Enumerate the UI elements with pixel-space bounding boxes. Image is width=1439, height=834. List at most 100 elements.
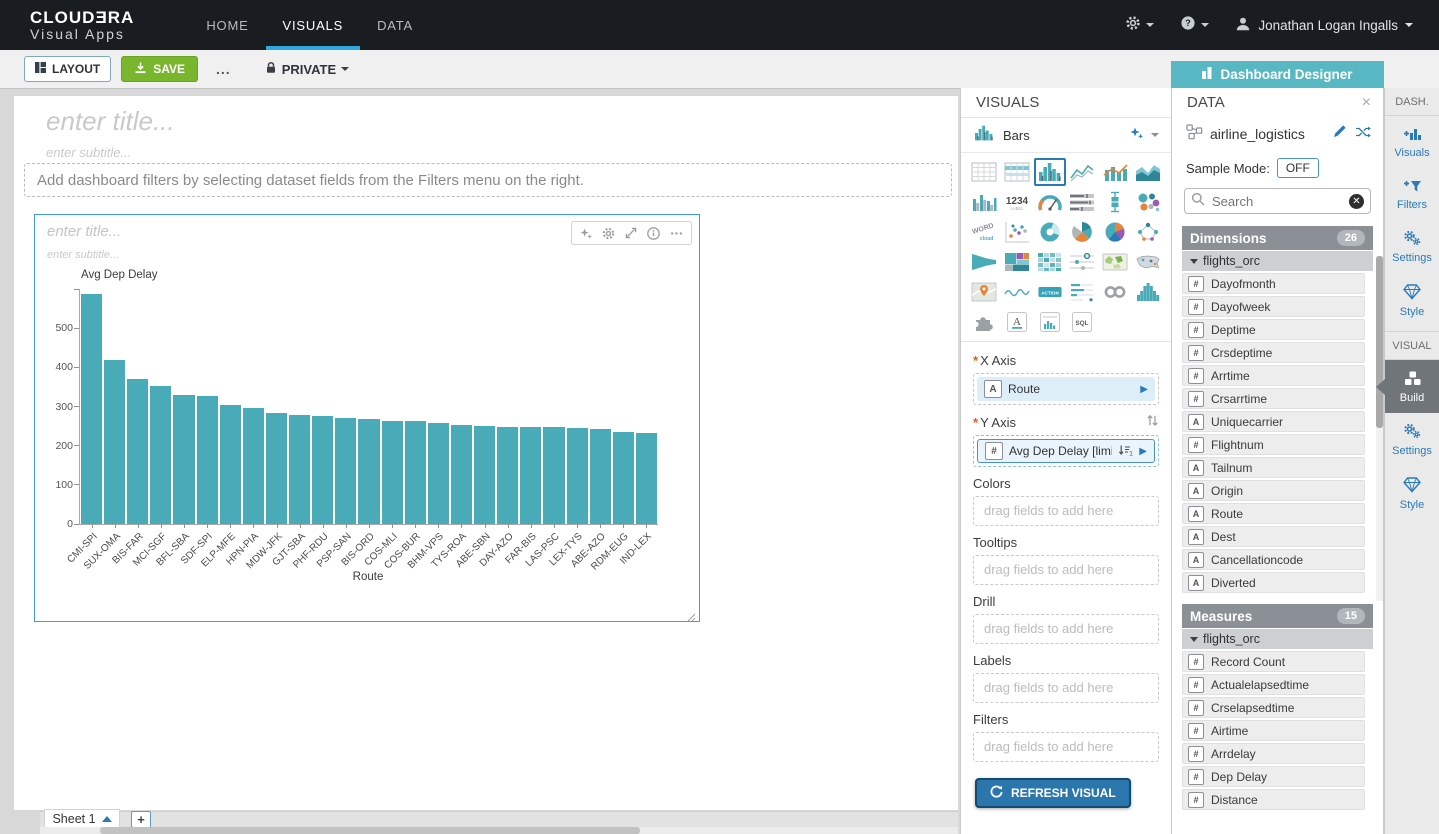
help-menu-button[interactable]: ? [1180,15,1210,36]
field-dayofweek[interactable]: # Dayofweek [1182,296,1365,317]
visual-type-bars-icon[interactable] [1033,158,1066,186]
drill-shelf-dropzone[interactable]: drag fields to add here [973,614,1159,644]
visual-type-word-cloud-icon[interactable]: WORD cloud [968,218,1000,246]
privacy-dropdown[interactable]: PRIVATE [257,57,357,81]
sample-mode-toggle[interactable]: OFF [1276,158,1319,178]
save-button[interactable]: SAVE [121,56,199,82]
visual-type-box-plot-icon[interactable] [1099,188,1131,216]
nav-tab-visuals[interactable]: VISUALS [265,0,361,50]
clear-search-icon[interactable]: ✕ [1349,193,1364,209]
refresh-visual-button[interactable]: REFRESH VISUAL [975,778,1131,808]
field-dayofmonth[interactable]: # Dayofmonth [1182,273,1365,294]
settings-menu-button[interactable] [1125,15,1155,36]
bar-FAR-BIS[interactable] [520,427,542,524]
visual-type-donut-icon[interactable] [1034,218,1066,246]
field-crsdeptime[interactable]: # Crsdeptime [1182,342,1365,363]
field-record-count[interactable]: # Record Count [1182,651,1365,672]
bar-COS-MLI[interactable] [381,421,403,524]
dimensions-group-flights-orc[interactable]: flights_orc [1182,251,1373,271]
y-axis-shelf[interactable]: # Avg Dep Delay [limit ... 1 ▶ [973,435,1159,467]
visual-subtitle-input[interactable]: enter subtitle... [47,249,119,261]
visual-type-radial-icon[interactable] [1067,218,1099,246]
info-icon[interactable] [647,226,660,240]
bar-BFL-SBA[interactable] [173,394,195,524]
dashboard-designer-button[interactable]: Dashboard Designer [1171,61,1384,88]
sort-icon[interactable] [1146,414,1159,430]
visual-type-kpi-icon[interactable]: 1234 LABEL [1001,188,1033,216]
visual-type-choropleth-map-icon[interactable] [1099,248,1131,276]
search-input[interactable] [1210,192,1344,210]
dimensions-scrollbar[interactable] [1376,256,1383,601]
resize-handle[interactable] [687,609,696,622]
field-dep-delay[interactable]: # Dep Delay [1182,766,1365,787]
nav-tab-data[interactable]: DATA [360,0,430,50]
bar-IND-LEX[interactable] [635,433,657,524]
bar-SDF-SPI[interactable] [196,395,218,524]
bar-PHF-RDU[interactable] [312,415,334,524]
field-tailnum[interactable]: A Tailnum [1182,457,1365,478]
bar-BHM-VPS[interactable] [427,423,449,524]
chevron-right-icon[interactable]: ▶ [1139,446,1147,457]
pencil-icon[interactable] [1333,125,1346,143]
field-diverted[interactable]: A Diverted [1182,572,1365,593]
visual-type-usa-map-icon[interactable] [1132,248,1164,276]
field-dest[interactable]: A Dest [1182,526,1365,547]
visual-widget[interactable]: enter title... enter subtitle... Avg Dep… [34,214,700,622]
sidebar-item-filters[interactable]: Filters [1385,168,1439,220]
bar-HPN-PIA[interactable] [242,408,264,524]
visual-type-packed-bubbles-icon[interactable] [1132,188,1164,216]
close-icon[interactable]: × [1362,94,1371,112]
field-cancellationcode[interactable]: A Cancellationcode [1182,549,1365,570]
visual-type-sparkline-icon[interactable] [1001,278,1033,306]
field-arrtime[interactable]: # Arrtime [1182,365,1365,386]
visual-type-treemap-icon[interactable] [1001,248,1033,276]
sidebar-item-build[interactable]: Build [1376,360,1439,413]
scrollbar-thumb[interactable] [100,827,640,834]
bar-LAS-PSC[interactable] [543,427,565,524]
visual-type-sql-icon[interactable]: SQL [1067,308,1099,336]
y-axis-field-pill[interactable]: # Avg Dep Delay [limit ... 1 ▶ [977,439,1155,463]
chevron-right-icon[interactable]: ▶ [1140,384,1148,395]
visual-type-grouped-bars-icon[interactable] [968,188,1000,216]
visual-type-action-icon[interactable]: ACTION [1034,278,1066,306]
bar-DAY-AZO[interactable] [497,426,519,524]
bar-BIS-ORD[interactable] [358,419,380,524]
visual-type-lines-icon[interactable] [1067,158,1099,186]
bar-CMI-SPI[interactable] [81,294,103,524]
visual-type-heatmap-icon[interactable] [1034,248,1066,276]
bar-ELP-MFE[interactable] [219,404,241,524]
user-menu-button[interactable]: Jonathan Logan Ingalls [1235,16,1413,34]
bar-LEX-TYS[interactable] [566,427,588,524]
bar-BIS-FAR[interactable] [127,379,149,524]
bar-RDM-EUG[interactable] [612,432,634,524]
add-sheet-button[interactable]: + [131,811,151,828]
dashboard-title-input[interactable]: enter title... [46,106,175,137]
sparkle-icon[interactable] [580,227,592,239]
x-axis-field-pill[interactable]: A Route ▶ [977,377,1155,401]
x-axis-shelf[interactable]: A Route ▶ [973,373,1159,405]
bar-COS-BUR[interactable] [404,421,426,524]
bar-ABE-AZO[interactable] [589,428,611,524]
visual-type-legend-icon[interactable] [1067,278,1099,306]
field-crselapsedtime[interactable]: # Crselapsedtime [1182,697,1365,718]
shuffle-icon[interactable] [1355,125,1371,144]
bar-MCI-SGF[interactable] [150,385,172,524]
sidebar-item-settings[interactable]: Settings [1385,413,1439,466]
visual-type-combo-icon[interactable] [1099,158,1131,186]
scrollbar-thumb[interactable] [1376,256,1383,428]
bar-TYS-ROA[interactable] [450,424,473,524]
visual-type-rich-text-icon[interactable]: A [1001,308,1033,336]
visual-type-network-icon[interactable] [1132,218,1164,246]
bar-GJT-SBA[interactable] [289,415,311,524]
ellipsis-icon[interactable] [670,227,683,240]
visual-type-histogram-icon[interactable] [1132,278,1164,306]
field-distance[interactable]: # Distance [1182,789,1365,810]
sidebar-item-style[interactable]: Style [1385,466,1439,520]
visual-title-input[interactable]: enter title... [47,223,121,240]
visual-type-table-icon[interactable] [968,158,1000,186]
sparkle-icon[interactable] [1130,126,1144,144]
bar-PSP-SAN[interactable] [335,418,357,524]
visual-type-pie-icon[interactable] [1099,218,1131,246]
sidebar-item-style[interactable]: Style [1385,273,1439,327]
visual-type-funnel-icon[interactable] [968,248,1000,276]
